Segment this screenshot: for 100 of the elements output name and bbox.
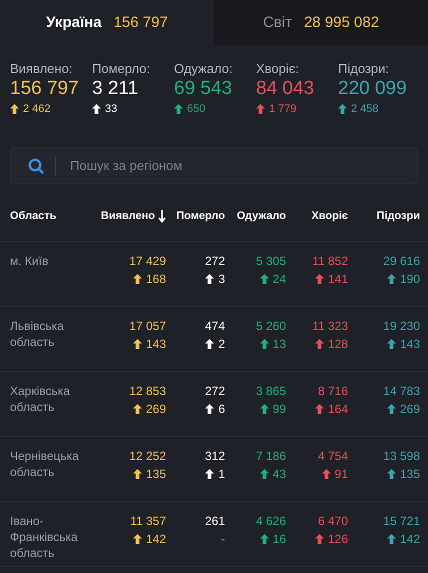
table-cell: 5 260	[256, 318, 286, 334]
up-arrow-icon	[314, 404, 324, 414]
stat-label: Підозри:	[338, 61, 390, 76]
delta-value: 99	[272, 401, 286, 417]
up-arrow-icon	[386, 469, 396, 479]
stat-delta: 2 462	[23, 103, 51, 115]
table-cell: 17 057	[129, 318, 166, 334]
delta-value: 164	[328, 401, 348, 417]
up-arrow-icon	[338, 104, 347, 114]
up-arrow-icon	[132, 469, 142, 479]
up-arrow-icon	[132, 404, 142, 414]
stat-value: 69 543	[174, 78, 234, 100]
up-arrow-icon	[314, 534, 324, 544]
up-arrow-icon	[205, 274, 214, 284]
delta-value: 126	[328, 531, 348, 547]
table-cell: 12 252	[129, 448, 166, 464]
table-cell: 11 357	[130, 513, 166, 529]
sort-arrow-icon	[158, 210, 166, 222]
delta-value: 142	[146, 531, 166, 547]
delta-value: -	[221, 531, 225, 547]
up-arrow-icon	[386, 274, 396, 284]
table-cell: 15 721	[383, 513, 420, 529]
up-arrow-icon	[314, 339, 324, 349]
table-cell: 19 230	[383, 318, 420, 334]
delta-value: 6	[218, 401, 225, 417]
stat-delta: 1 779	[269, 103, 297, 115]
search-icon	[28, 158, 44, 174]
stat-delta: 2 458	[351, 103, 379, 115]
table-cell: 29 616	[383, 253, 420, 269]
region-name[interactable]: Харківська область	[10, 383, 90, 415]
up-arrow-icon	[260, 469, 269, 479]
up-arrow-icon	[205, 469, 214, 479]
stat-value: 220 099	[338, 78, 408, 100]
delta-value: 143	[146, 336, 166, 352]
up-arrow-icon	[260, 274, 269, 284]
up-arrow-icon	[205, 404, 214, 414]
region-name[interactable]: Івано-Франківська область	[10, 513, 90, 561]
table-cell: 13 598	[383, 448, 420, 464]
delta-value: 168	[146, 271, 166, 287]
region-name[interactable]: Львівська область	[10, 318, 90, 350]
column-header[interactable]: Хворіє	[311, 210, 348, 222]
delta-value: 1	[218, 466, 225, 482]
up-arrow-icon	[386, 534, 396, 544]
table-cell: 14 783	[383, 383, 420, 399]
up-arrow-icon	[92, 104, 101, 114]
column-header[interactable]: Підозри	[376, 210, 420, 222]
stat-value: 156 797	[10, 78, 80, 100]
delta-value: 135	[146, 466, 166, 482]
stat-delta: 33	[105, 103, 118, 115]
delta-value: 2	[218, 336, 225, 352]
search-field[interactable]: Пошук за регіоном	[68, 157, 417, 174]
stat-label: Померло:	[92, 61, 152, 76]
stat-value: 3 211	[92, 78, 140, 100]
up-arrow-icon	[260, 404, 269, 414]
up-arrow-icon	[386, 339, 396, 349]
up-arrow-icon	[132, 339, 142, 349]
up-arrow-icon	[314, 274, 324, 284]
table-cell: 474	[204, 318, 225, 334]
delta-value: 16	[272, 531, 286, 547]
stat-label: Хворіє:	[256, 61, 300, 76]
stat-delta: 650	[187, 103, 206, 115]
up-arrow-icon	[132, 534, 142, 544]
delta-value: 13	[272, 336, 286, 352]
table-cell: 272	[204, 383, 225, 399]
delta-value: 143	[400, 336, 420, 352]
up-arrow-icon	[205, 339, 214, 349]
delta-value: 91	[334, 466, 348, 482]
column-header[interactable]: Померло	[176, 210, 225, 222]
up-arrow-icon	[386, 404, 396, 414]
up-arrow-icon	[260, 534, 269, 544]
region-name[interactable]: м. Київ	[10, 253, 90, 269]
region-name[interactable]: Чернівецька область	[10, 448, 90, 480]
up-arrow-icon	[174, 104, 183, 114]
stat-label: Виявлено:	[10, 61, 74, 76]
search-bar[interactable]: Пошук за регіоном	[10, 147, 418, 184]
column-header[interactable]: Виявлено	[100, 210, 166, 222]
table-cell: 4 754	[318, 448, 348, 464]
up-arrow-icon	[260, 339, 269, 349]
table-cell: 17 429	[129, 253, 166, 269]
delta-value: 128	[328, 336, 348, 352]
table-cell: 7 186	[256, 448, 286, 464]
column-header: Область	[10, 210, 56, 222]
table-cell: 6 470	[318, 513, 348, 529]
delta-value: 24	[272, 271, 286, 287]
delta-value: 141	[328, 271, 348, 287]
column-header[interactable]: Одужало	[236, 210, 286, 222]
table-cell: 8 716	[318, 383, 348, 399]
region-tab[interactable]: Світ 28 995 082	[214, 0, 428, 45]
table-cell: 312	[204, 448, 225, 464]
delta-value: 43	[272, 466, 286, 482]
table-cell: 4 626	[256, 513, 286, 529]
delta-value: 190	[400, 271, 420, 287]
delta-value: 135	[400, 466, 420, 482]
stat-label: Одужало:	[174, 61, 234, 76]
table-cell: 11 323	[312, 318, 348, 334]
table-cell: 11 852	[312, 253, 348, 269]
table-cell: 3 865	[256, 383, 286, 399]
table-cell: 12 853	[129, 383, 166, 399]
table-cell: 261	[204, 513, 225, 529]
up-arrow-icon	[132, 274, 142, 284]
